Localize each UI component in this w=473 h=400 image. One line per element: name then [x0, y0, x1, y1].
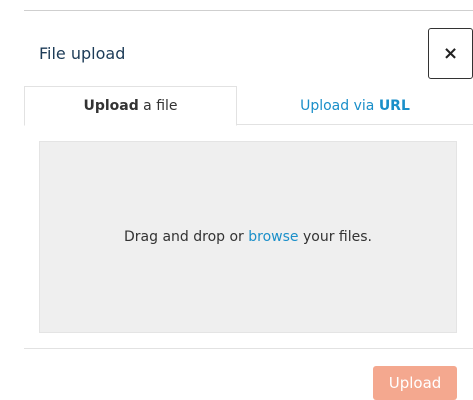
upload-button[interactable]: Upload	[373, 366, 457, 400]
dropzone-text-after: your files.	[298, 229, 372, 245]
upload-tabs: Upload a file Upload via URL	[24, 86, 473, 126]
close-icon: ×	[442, 42, 459, 64]
dropzone-text-before: Drag and drop or	[124, 229, 249, 245]
top-divider	[24, 10, 473, 11]
file-upload-modal: File upload × Upload a file Upload via U…	[0, 0, 473, 400]
tab-upload-file-label: a file	[138, 98, 178, 114]
tab-upload-url[interactable]: Upload via URL	[237, 86, 473, 126]
dropzone-text: Drag and drop or browse your files.	[124, 229, 372, 245]
close-button[interactable]: ×	[428, 28, 473, 79]
tab-upload-file[interactable]: Upload a file	[24, 86, 237, 126]
bottom-divider	[24, 348, 473, 349]
tab-upload-url-label: Upload via	[300, 98, 379, 114]
browse-link[interactable]: browse	[248, 229, 298, 245]
modal-title: File upload	[39, 44, 126, 63]
file-dropzone[interactable]: Drag and drop or browse your files.	[39, 141, 457, 333]
tab-upload-file-bold: Upload	[83, 98, 139, 114]
tab-upload-url-bold: URL	[378, 98, 410, 114]
